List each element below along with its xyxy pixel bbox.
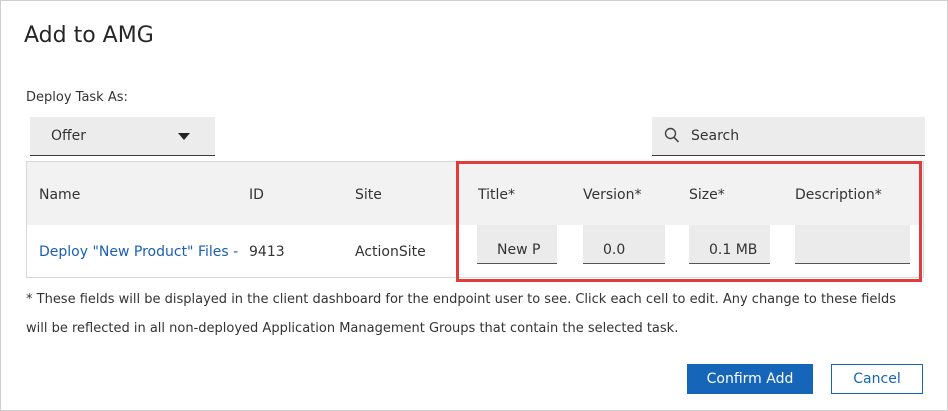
column-header-id: ID xyxy=(249,187,264,203)
deploy-task-as-dropdown[interactable]: Offer xyxy=(30,117,215,156)
confirm-add-button[interactable]: Confirm Add xyxy=(687,364,813,394)
size-cell-input[interactable]: 0.1 MB xyxy=(689,225,770,264)
search-icon xyxy=(664,127,680,143)
caret-down-icon xyxy=(178,133,190,140)
add-to-amg-dialog: Add to AMG Deploy Task As: Offer Search … xyxy=(0,0,948,411)
task-id: 9413 xyxy=(249,244,285,260)
title-cell-input[interactable]: New P xyxy=(477,225,557,264)
title-cell-value: New P xyxy=(497,242,541,258)
editable-fields-note: * These fields will be displayed in the … xyxy=(26,292,897,336)
column-header-title: Title* xyxy=(478,187,516,203)
table-header: Name ID Site Title* Version* Size* Descr… xyxy=(27,162,923,225)
dialog-title: Add to AMG xyxy=(24,23,154,48)
search-placeholder: Search xyxy=(691,128,740,144)
description-cell-input[interactable] xyxy=(795,225,910,264)
column-header-size: Size* xyxy=(689,187,725,203)
column-header-version: Version* xyxy=(583,187,642,203)
version-cell-value: 0.0 xyxy=(603,242,626,258)
version-cell-input[interactable]: 0.0 xyxy=(583,225,665,264)
size-cell-value: 0.1 MB xyxy=(709,242,758,258)
task-name-link[interactable]: Deploy "New Product" Files - I xyxy=(39,244,241,260)
column-header-name: Name xyxy=(39,187,81,203)
task-table: Name ID Site Title* Version* Size* Descr… xyxy=(26,161,924,278)
task-site: ActionSite xyxy=(355,244,426,260)
search-input[interactable]: Search xyxy=(652,117,925,156)
deploy-task-as-label: Deploy Task As: xyxy=(26,90,128,105)
column-header-description: Description* xyxy=(795,187,882,203)
column-header-site: Site xyxy=(355,187,382,203)
cancel-button[interactable]: Cancel xyxy=(831,364,923,394)
deploy-task-as-value: Offer xyxy=(51,128,87,144)
